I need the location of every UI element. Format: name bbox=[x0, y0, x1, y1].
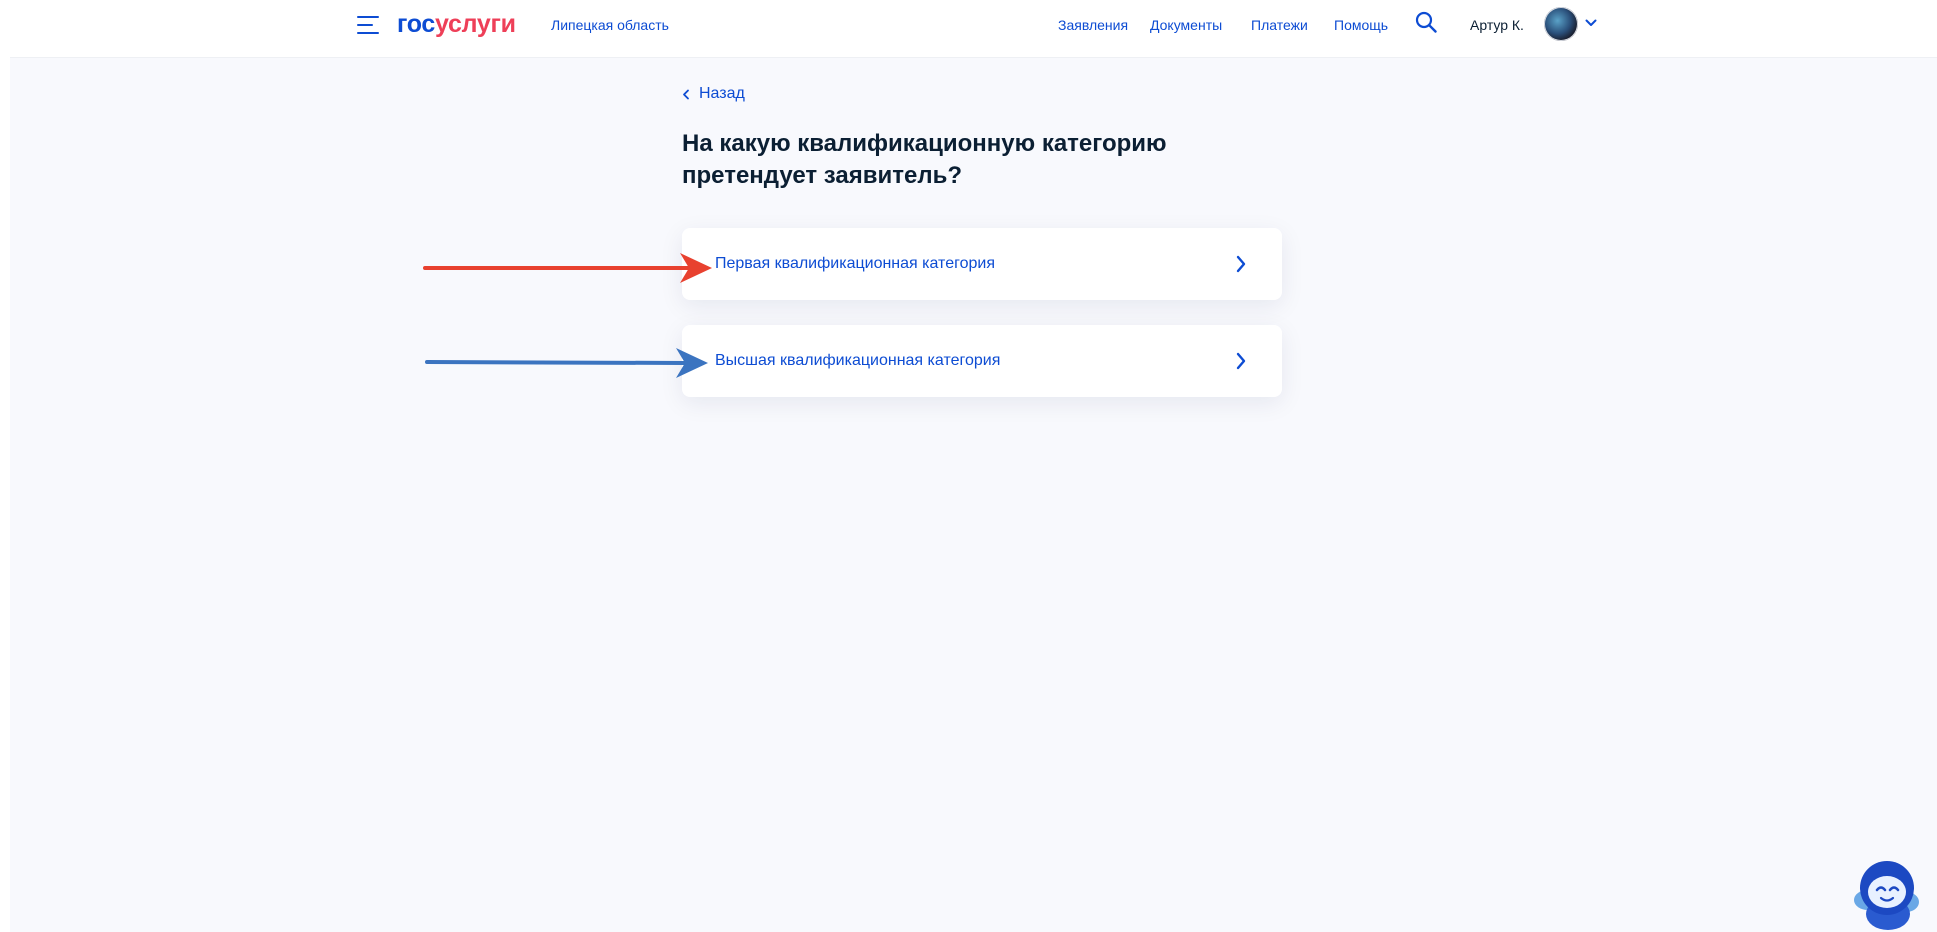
nav-payments[interactable]: Платежи bbox=[1251, 16, 1308, 34]
option-label: Первая квалификационная категория bbox=[715, 255, 995, 272]
option-label: Высшая квалификационная категория bbox=[715, 352, 1001, 369]
chevron-right-icon bbox=[1236, 352, 1246, 370]
burger-menu-icon[interactable] bbox=[357, 16, 379, 34]
back-label: Назад bbox=[699, 85, 745, 102]
page-title: На какую квалификационную категорию прет… bbox=[682, 130, 1167, 189]
logo-part-uslugi: услуги bbox=[435, 10, 516, 38]
nav-help[interactable]: Помощь bbox=[1334, 16, 1388, 34]
user-avatar[interactable] bbox=[1544, 7, 1578, 41]
user-name[interactable]: Артур К. bbox=[1470, 16, 1524, 34]
logo-part-gos: гос bbox=[397, 10, 436, 38]
option-highest-category[interactable]: Высшая квалификационная категория bbox=[682, 325, 1282, 397]
option-first-category[interactable]: Первая квалификационная категория bbox=[682, 228, 1282, 300]
nav-documents[interactable]: Документы bbox=[1150, 16, 1222, 34]
assistant-robot-icon[interactable] bbox=[1846, 852, 1928, 932]
nav-applications[interactable]: Заявления bbox=[1058, 16, 1128, 34]
search-icon[interactable] bbox=[1415, 11, 1437, 33]
chevron-right-icon bbox=[1236, 255, 1246, 273]
gosuslugi-logo[interactable]: госуслуги bbox=[397, 9, 516, 39]
region-selector[interactable]: Липецкая область bbox=[551, 16, 669, 34]
chevron-left-icon bbox=[683, 89, 689, 100]
chevron-down-icon[interactable] bbox=[1585, 19, 1597, 27]
top-header bbox=[10, 0, 1937, 58]
